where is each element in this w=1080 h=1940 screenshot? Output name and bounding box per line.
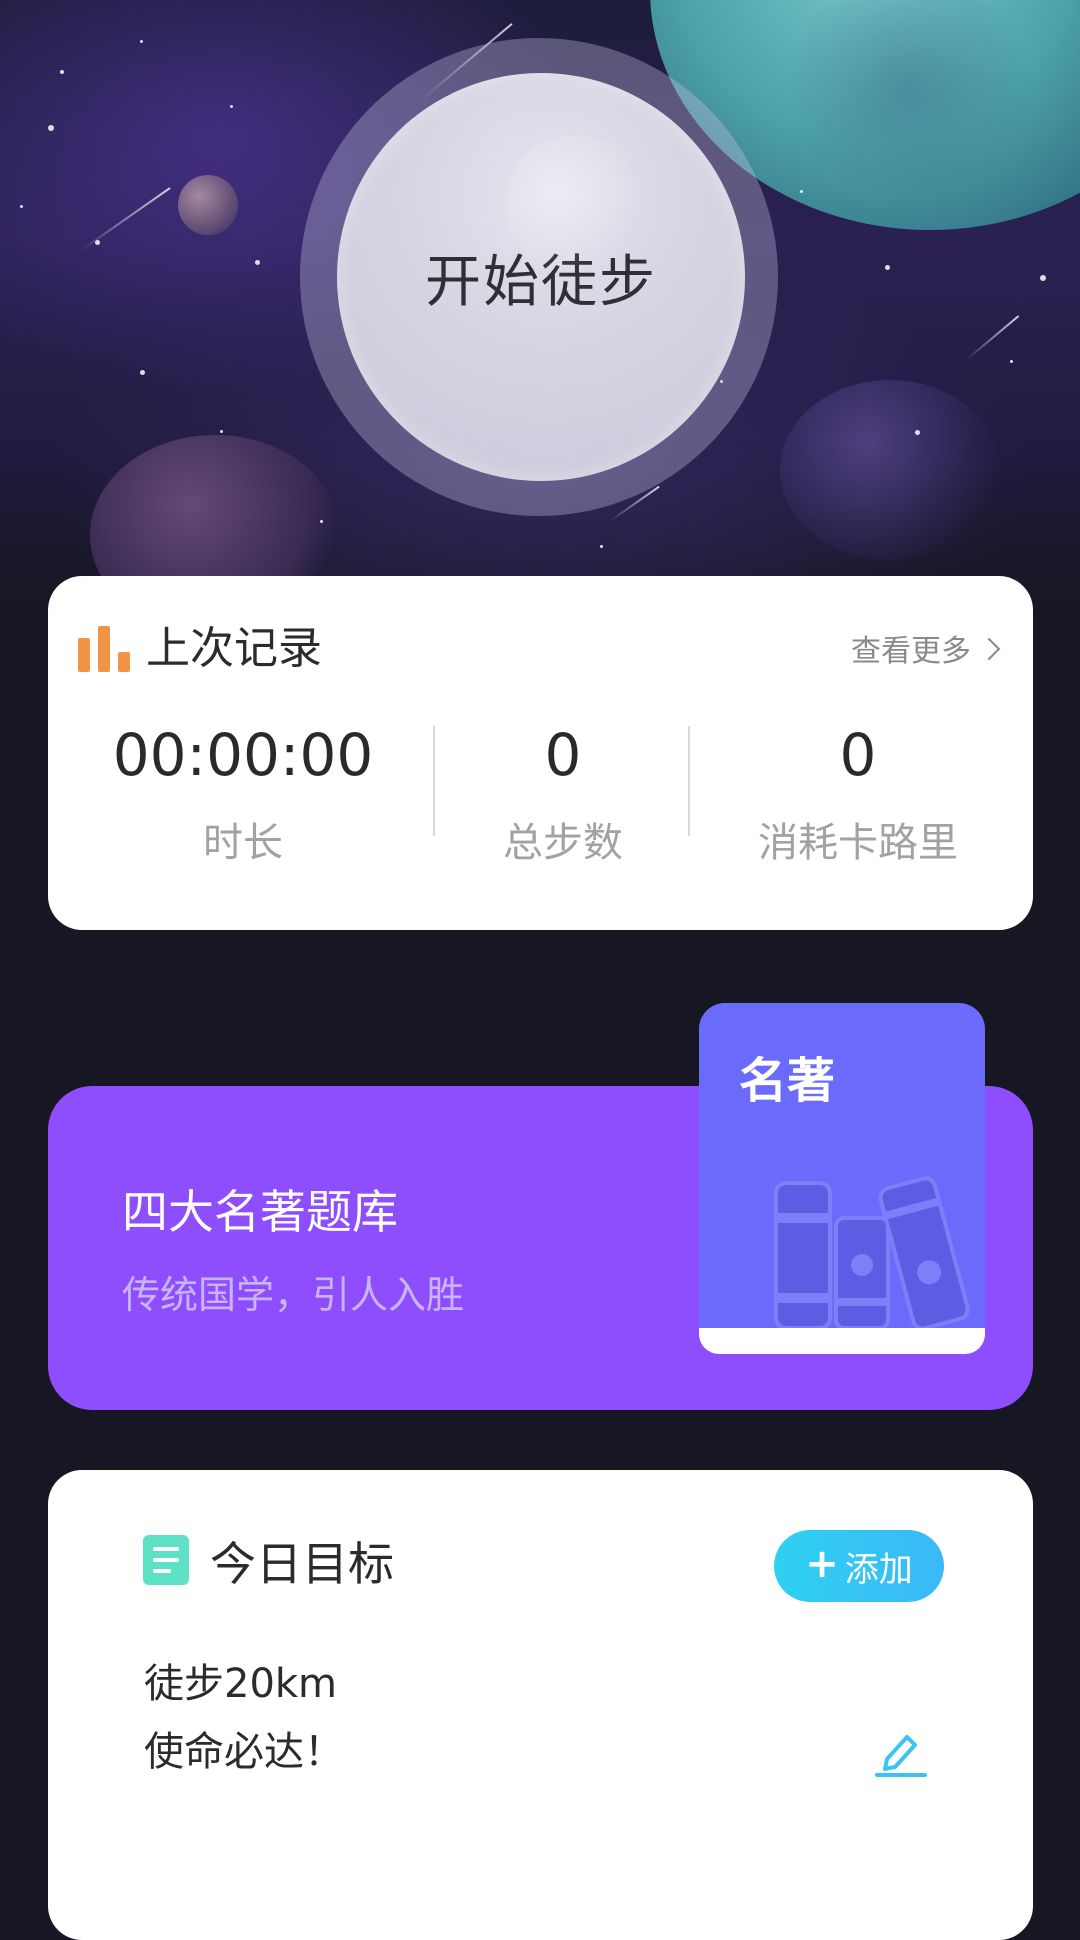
start-hiking-label: 开始徒步 <box>425 249 657 315</box>
view-more-link[interactable]: 查看更多 <box>851 626 1001 670</box>
edit-icon[interactable] <box>873 1725 929 1781</box>
today-goal-title: 今日目标 <box>210 1537 394 1591</box>
book-cover-illustration: 名著 <box>699 1003 985 1354</box>
start-hiking-button[interactable]: 开始徒步 <box>337 73 745 481</box>
goal-line-1: 徒步20km <box>144 1661 338 1707</box>
stat-calories: 0 消耗卡路里 <box>718 726 998 868</box>
stat-divider <box>688 726 690 836</box>
view-more-label: 查看更多 <box>851 634 971 669</box>
stat-total-steps: 0 总步数 <box>463 726 663 868</box>
small-planet-decoration <box>178 175 238 235</box>
last-record-title: 上次记录 <box>146 623 322 674</box>
goal-text: 徒步20km 使命必达！ <box>144 1650 344 1786</box>
banner-title: 四大名著题库 <box>122 1185 398 1239</box>
stat-duration: 00:00:00 时长 <box>108 726 378 868</box>
last-record-card: 上次记录 查看更多 00:00:00 时长 0 总步数 0 消耗卡路里 <box>48 576 1033 930</box>
stat-value: 0 <box>839 721 877 789</box>
goal-line-2: 使命必达！ <box>144 1729 344 1775</box>
plus-icon: + <box>805 1541 839 1587</box>
list-icon <box>143 1535 189 1585</box>
stat-value: 0 <box>544 721 582 789</box>
stat-value: 00:00:00 <box>112 721 374 789</box>
chevron-right-icon <box>977 637 1001 661</box>
today-goal-card: 今日目标 + 添加 徒步20km 使命必达！ <box>48 1470 1033 1940</box>
add-goal-button[interactable]: + 添加 <box>774 1530 944 1602</box>
stat-divider <box>433 726 435 836</box>
add-goal-label: 添加 <box>844 1549 913 1590</box>
bar-chart-icon <box>78 626 130 672</box>
stat-label: 时长 <box>203 820 283 866</box>
books-icon <box>774 1176 970 1328</box>
book-cover-title: 名著 <box>739 1053 836 1109</box>
stat-label: 总步数 <box>503 820 623 866</box>
banner-subtitle: 传统国学，引人入胜 <box>122 1273 465 1317</box>
stat-label: 消耗卡路里 <box>758 820 958 866</box>
